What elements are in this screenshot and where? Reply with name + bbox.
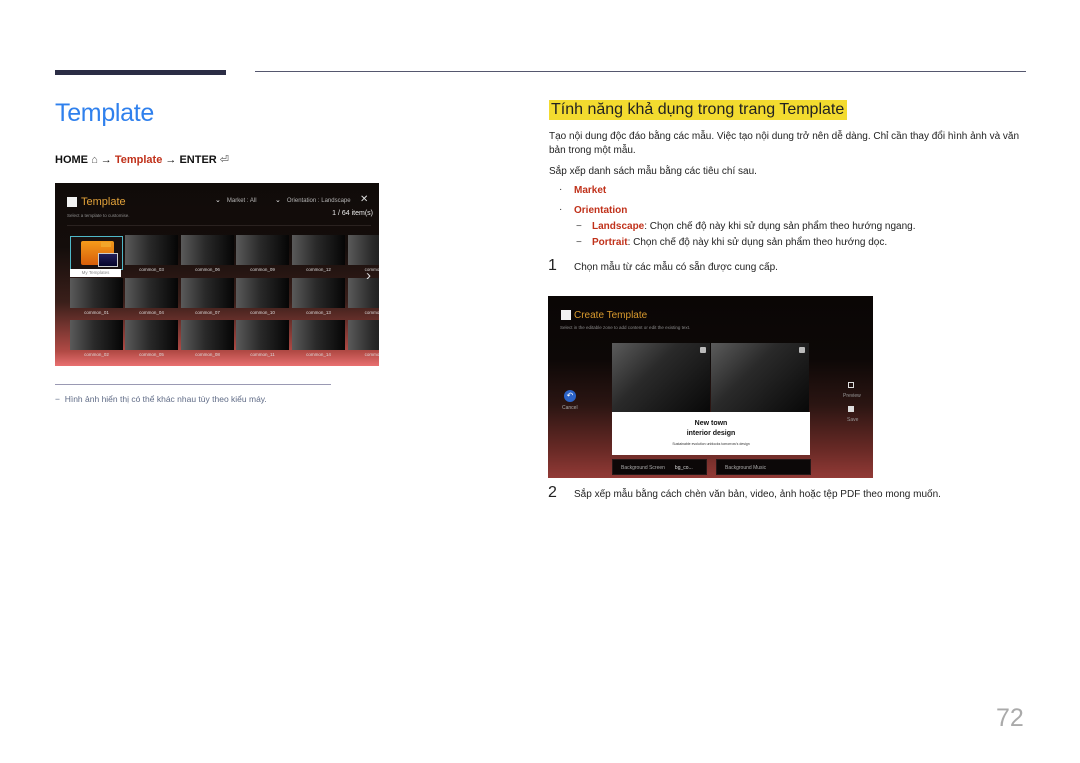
item-count: 1 / 64 item(s) bbox=[332, 210, 373, 217]
step-number: 1 bbox=[548, 257, 557, 274]
template-thumbnail[interactable] bbox=[348, 320, 379, 350]
template-label: common_02 bbox=[84, 352, 109, 357]
criterion-orientation: Orientation bbox=[574, 205, 628, 216]
template-label: common_05 bbox=[139, 352, 164, 357]
background-music-button[interactable]: Background Music bbox=[716, 459, 811, 475]
template-thumbnail[interactable] bbox=[125, 278, 178, 308]
create-template-subtitle: Select in the editable zone to add conte… bbox=[560, 325, 691, 330]
editable-zone[interactable] bbox=[612, 343, 710, 412]
section-title: Tính năng khả dụng trong trang Template bbox=[549, 100, 848, 120]
template-label: common_04 bbox=[139, 310, 164, 315]
arrow-icon: → bbox=[165, 154, 177, 166]
template-thumbnail[interactable] bbox=[292, 235, 345, 265]
template-thumbnail[interactable] bbox=[181, 278, 234, 308]
template-label: common_ bbox=[364, 267, 379, 272]
card-title-line2: interior design bbox=[686, 430, 736, 437]
chevron-down-icon: ⌄ bbox=[215, 197, 221, 204]
template-label: common_12 bbox=[306, 267, 331, 272]
save-icon[interactable] bbox=[848, 406, 854, 412]
bullet: · bbox=[559, 184, 563, 195]
close-icon[interactable]: ✕ bbox=[360, 194, 368, 205]
template-screen-title: Template bbox=[81, 196, 126, 208]
template-thumbnail[interactable] bbox=[125, 320, 178, 350]
home-icon: ⌂ bbox=[91, 154, 98, 166]
cancel-icon[interactable]: ↶ bbox=[564, 390, 576, 402]
template-thumbnail[interactable] bbox=[292, 278, 345, 308]
template-label: common_01 bbox=[84, 310, 109, 315]
template-thumbnail[interactable] bbox=[181, 235, 234, 265]
template-thumbnail[interactable] bbox=[70, 278, 123, 308]
template-screen: Template Select a template to customise.… bbox=[55, 183, 379, 366]
template-thumbnail[interactable] bbox=[236, 278, 289, 308]
save-label[interactable]: Save bbox=[847, 417, 858, 423]
template-icon bbox=[67, 197, 77, 207]
card-caption: Sustainable evolution unblocks tomorrow'… bbox=[672, 442, 750, 446]
breadcrumb-template: Template bbox=[114, 154, 163, 166]
template-thumbnail[interactable] bbox=[348, 235, 379, 265]
orientation-landscape: Landscape: Chọn chế độ này khi sử dụng s… bbox=[592, 221, 916, 232]
template-label: common_11 bbox=[250, 352, 275, 357]
template-thumbnail[interactable] bbox=[181, 320, 234, 350]
background-screen-button[interactable]: Background Screen bg_co... bbox=[612, 459, 707, 475]
divider bbox=[67, 225, 371, 226]
template-thumbnail[interactable] bbox=[70, 320, 123, 350]
breadcrumb-enter: ENTER bbox=[179, 154, 217, 166]
page-title: Template bbox=[55, 99, 155, 127]
header-bar-thick bbox=[55, 70, 226, 75]
template-label: common_07 bbox=[195, 310, 220, 315]
create-template-screen: Create Template Select in the editable z… bbox=[548, 296, 873, 478]
template-icon bbox=[561, 310, 571, 320]
template-label: common_09 bbox=[250, 267, 275, 272]
template-label: common_10 bbox=[250, 310, 275, 315]
template-thumbnail[interactable] bbox=[125, 235, 178, 265]
edit-icon[interactable] bbox=[799, 347, 805, 353]
step-text: Chọn mẫu từ các mẫu có sẵn được cung cấp… bbox=[574, 262, 778, 273]
step-text: Sắp xếp mẫu bằng cách chèn văn bản, vide… bbox=[574, 489, 941, 500]
template-label: common_03 bbox=[139, 267, 164, 272]
breadcrumb-home: HOME bbox=[55, 154, 88, 166]
my-templates-label: My Templates bbox=[70, 269, 121, 277]
footnote-rule bbox=[55, 384, 331, 385]
template-thumbnail[interactable] bbox=[236, 235, 289, 265]
arrow-icon: → bbox=[100, 154, 112, 166]
dash: − bbox=[576, 237, 582, 248]
template-label: common_14 bbox=[306, 352, 331, 357]
orientation-filter[interactable]: ⌄ Orientation : Landscape bbox=[275, 196, 351, 204]
template-label: common_08 bbox=[195, 352, 220, 357]
next-page-icon[interactable]: › bbox=[366, 267, 371, 284]
template-label: common_13 bbox=[306, 310, 331, 315]
template-label: common_06 bbox=[195, 267, 220, 272]
page-number: 72 bbox=[996, 704, 1024, 732]
template-thumbnail[interactable] bbox=[348, 278, 379, 308]
header-rule bbox=[255, 71, 1026, 72]
sort-intro: Sắp xếp danh sách mẫu bằng các tiêu chí … bbox=[549, 166, 757, 177]
criterion-market: Market bbox=[574, 185, 607, 196]
intro-paragraph: Tạo nội dung độc đáo bằng các mẫu. Việc … bbox=[549, 131, 1020, 156]
create-template-title: Create Template bbox=[574, 310, 648, 321]
breadcrumb: HOME ⌂ → Template → ENTER ⏎ bbox=[55, 153, 229, 166]
screen-icon bbox=[98, 253, 118, 267]
step-number: 2 bbox=[548, 484, 557, 501]
template-label: common_ bbox=[364, 352, 379, 357]
editable-zone[interactable] bbox=[711, 343, 809, 412]
template-thumbnail[interactable] bbox=[236, 320, 289, 350]
card-title-line1: New town bbox=[694, 420, 728, 427]
template-thumbnail[interactable] bbox=[292, 320, 345, 350]
enter-icon: ⏎ bbox=[219, 154, 230, 166]
template-screen-subtitle: Select a template to customise. bbox=[67, 213, 130, 218]
my-templates-tile[interactable] bbox=[70, 236, 123, 270]
bullet: · bbox=[559, 204, 563, 215]
preview-icon[interactable] bbox=[848, 382, 854, 388]
orientation-portrait: Portrait: Chọn chế độ này khi sử dụng sả… bbox=[592, 237, 888, 248]
dash: − bbox=[576, 221, 582, 232]
template-label: common_ bbox=[364, 310, 379, 315]
chevron-down-icon: ⌄ bbox=[275, 197, 281, 204]
footnote: − Hình ảnh hiển thị có thể khác nhau tùy… bbox=[55, 394, 267, 404]
edit-icon[interactable] bbox=[700, 347, 706, 353]
market-filter[interactable]: ⌄ Market : All bbox=[215, 196, 257, 204]
preview-label[interactable]: Preview bbox=[843, 393, 861, 399]
text-zone[interactable]: New town interior design Sustainable evo… bbox=[612, 412, 810, 455]
cancel-label[interactable]: Cancel bbox=[562, 405, 578, 411]
